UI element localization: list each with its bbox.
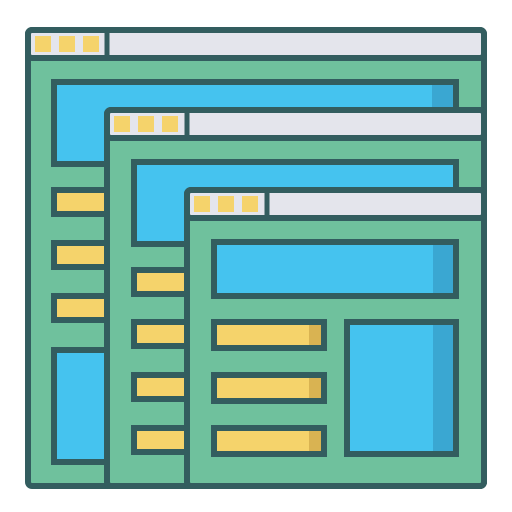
middle-window-dot-1: [114, 116, 130, 132]
back-window-dot-3: [83, 36, 99, 52]
front-window: [184, 187, 487, 489]
front-window-dot-3: [242, 196, 258, 212]
front-window-dot-1: [194, 196, 210, 212]
front-window-banner: [211, 239, 459, 299]
middle-window-dot-3: [162, 116, 178, 132]
front-window-text-line-1: [211, 319, 327, 351]
back-window-dot-2: [59, 36, 75, 52]
front-window-text-line-2: [211, 372, 327, 404]
multiple-browser-windows-icon: [25, 27, 487, 489]
back-window-dot-1: [35, 36, 51, 52]
front-window-dot-2: [218, 196, 234, 212]
front-window-text-line-3: [211, 425, 327, 457]
middle-window-dot-2: [138, 116, 154, 132]
